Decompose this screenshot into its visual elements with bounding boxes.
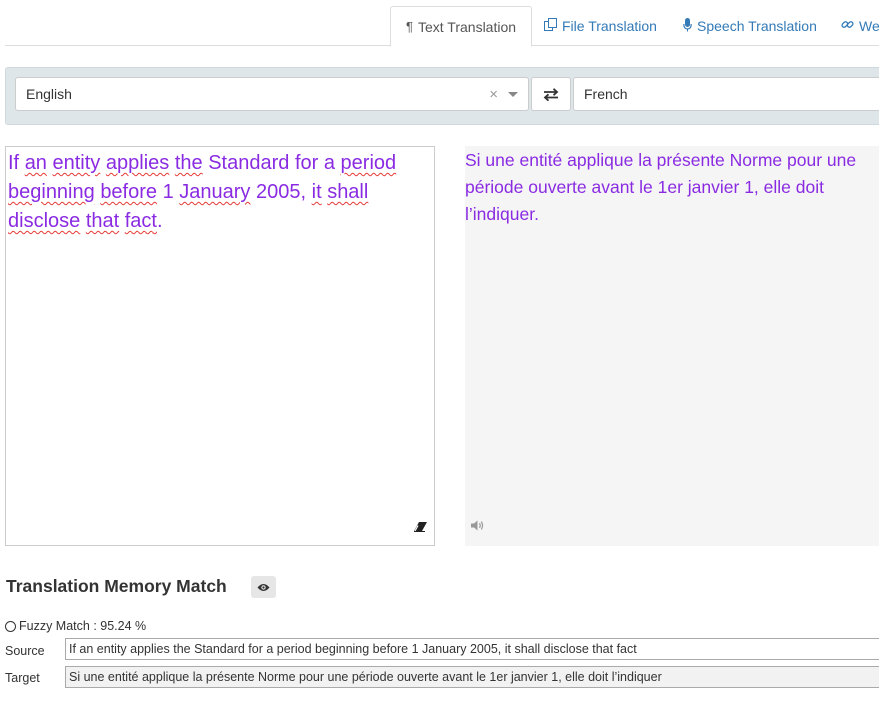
spellcheck-word: the [174,152,203,174]
swap-arrows-icon [543,87,559,101]
source-word: entity [53,152,101,174]
toggle-visibility-button[interactable] [251,576,276,598]
source-word: applies [106,152,169,174]
tab-web-translation[interactable]: Web [841,6,879,46]
tab-label: Web [859,18,879,34]
spellcheck-word: before [100,181,158,203]
source-word: for [294,152,319,174]
source-word: fact. [124,210,163,232]
source-text[interactable]: If an entity applies the Standard for a … [8,149,432,236]
tm-source-field[interactable]: If an entity applies the Standard for a … [65,638,879,660]
tm-source-label: Source [5,644,45,658]
source-word: period [341,152,397,174]
language-bar: English × French [5,67,879,125]
translated-text-area: Si une entité applique la présente Norme… [465,146,879,546]
speaker-icon[interactable] [471,518,484,536]
spellcheck-word: fact [124,210,157,232]
fuzzy-match-radio[interactable] [5,620,16,632]
link-icon [841,18,854,34]
source-word: an [25,152,47,174]
spellcheck-word: that [85,210,120,232]
clear-icon[interactable]: × [489,86,498,103]
spellcheck-word: disclose [8,210,81,232]
tab-text-translation[interactable]: ¶ Text Translation [390,6,533,47]
source-word: the [175,152,203,174]
source-word: If [8,152,20,174]
source-word: Standard [208,152,290,174]
tm-target-field[interactable]: Si une entité applique la présente Norme… [65,666,879,688]
tab-file-translation[interactable]: File Translation [544,6,657,46]
source-word: it [312,181,322,203]
target-language-select[interactable]: French [573,77,879,111]
source-word: a [323,152,335,174]
swap-languages-button[interactable] [531,77,571,111]
source-word: January [179,181,250,203]
fuzzy-match-label: Fuzzy Match : 95.24 % [19,619,147,633]
paragraph-icon: ¶ [406,19,413,34]
spellcheck-word: it [311,181,322,203]
chevron-down-icon[interactable] [508,92,518,97]
tab-label: Text Translation [417,18,517,35]
translation-tabs: ¶ Text Translation File Translation Spee… [5,6,879,47]
fuzzy-match[interactable]: Fuzzy Match : 95.24 % [5,619,146,633]
tab-label: Speech Translation [697,18,817,34]
spellcheck-word: entity [52,152,101,174]
eye-icon [257,583,270,591]
source-language-select[interactable]: English × [15,77,529,111]
spellcheck-word: applies [105,152,170,174]
tm-target-label: Target [5,671,40,685]
microphone-icon [683,17,692,35]
source-word: disclose [8,210,80,232]
spellcheck-word: period [340,152,397,174]
copy-files-icon [544,18,557,34]
tab-label: File Translation [562,18,657,34]
target-language-value: French [584,86,628,102]
spellcheck-word: shall [327,181,369,203]
spellcheck-word: an [24,152,47,174]
spellcheck-word: January [179,181,251,203]
spellcheck-word: beginning [8,181,95,203]
eraser-icon[interactable] [413,519,428,537]
source-word: before [100,181,157,203]
source-language-value: English [26,86,72,102]
source-word: 1 [162,181,174,203]
source-text-area[interactable]: If an entity applies the Standard for a … [5,146,435,546]
source-word: beginning [8,181,95,203]
source-word: shall [327,181,368,203]
tab-speech-translation[interactable]: Speech Translation [683,6,817,46]
tm-title: Translation Memory Match [6,576,227,596]
source-word: 2005, [256,181,307,203]
translated-text: Si une entité applique la présente Norme… [465,150,857,224]
source-word: that [86,210,119,232]
